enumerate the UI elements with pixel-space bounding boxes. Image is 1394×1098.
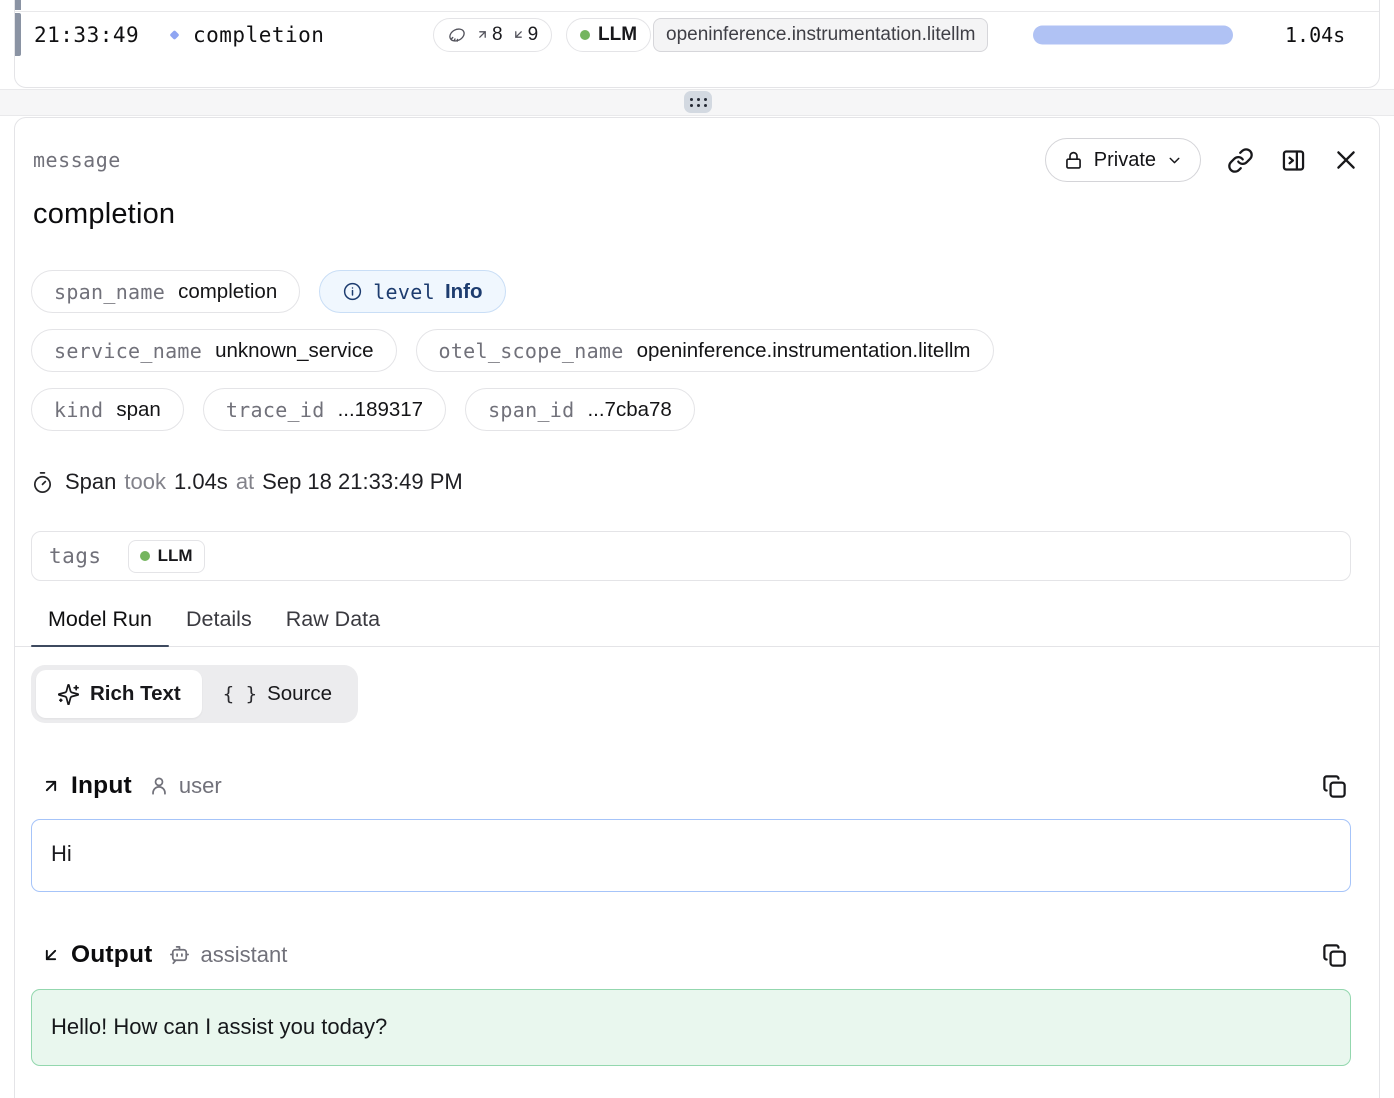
token-coin-icon — [447, 25, 467, 45]
otel-scope-badge: openinference.instrumentation.litellm — [653, 18, 988, 52]
badge-service-name: service_nameunknown_service — [31, 329, 397, 372]
output-role: assistant — [200, 942, 287, 968]
input-role: user — [179, 773, 222, 799]
tags-label: tags — [49, 544, 102, 568]
timer-icon — [31, 471, 54, 494]
prompt-tokens: 8 — [476, 24, 503, 46]
chevron-down-icon — [1166, 152, 1183, 169]
input-label: Input — [71, 772, 132, 800]
span-latency: 1.04s — [1285, 23, 1345, 47]
braces-icon: { } — [223, 683, 257, 705]
page-title: completion — [33, 198, 1379, 231]
badge-span-id: span_id...7cba78 — [465, 388, 695, 431]
copy-icon — [1321, 942, 1348, 969]
arrow-down-left-icon — [41, 945, 61, 965]
span-kind-label: message — [33, 148, 121, 172]
badge-span-name: span_namecompletion — [31, 270, 300, 313]
panel-header: message Private — [15, 118, 1379, 182]
output-label: Output — [71, 941, 152, 969]
close-icon — [1333, 147, 1359, 173]
output-section-header: Output assistant — [31, 938, 1349, 972]
selected-row-indicator — [15, 0, 21, 10]
copy-output-button[interactable] — [1315, 938, 1349, 972]
info-icon — [342, 281, 363, 302]
copy-icon — [1321, 773, 1348, 800]
sparkles-icon — [57, 683, 80, 706]
input-content-box: Hi — [31, 819, 1351, 892]
detail-tabs: Model Run Details Raw Data — [15, 607, 1379, 647]
tab-model-run[interactable]: Model Run — [31, 607, 169, 646]
input-section-header: Input user — [31, 769, 1349, 803]
arrow-up-right-icon — [41, 776, 61, 796]
llm-dot-icon — [140, 551, 150, 561]
attribute-badges: span_namecompletion levelInfo service_na… — [31, 270, 1361, 431]
span-detail-panel: message Private completion span_namecomp… — [14, 117, 1380, 1098]
badge-otel-scope-name: otel_scope_nameopeninference.instrumenta… — [416, 329, 994, 372]
latency-bar — [1033, 25, 1233, 44]
view-mode-toggle: Rich Text { } Source — [31, 665, 358, 723]
grip-dots-icon — [690, 98, 707, 107]
span-timestamp: 21:33:49 — [34, 23, 139, 47]
completion-tokens: 9 — [512, 24, 539, 46]
panel-right-icon — [1280, 147, 1307, 174]
token-count-badge: 8 9 — [433, 18, 552, 52]
close-panel-button[interactable] — [1333, 147, 1359, 173]
copy-link-button[interactable] — [1227, 147, 1254, 174]
rich-text-toggle[interactable]: Rich Text — [36, 670, 202, 718]
visibility-dropdown-button[interactable]: Private — [1045, 138, 1201, 182]
link-icon — [1227, 147, 1254, 174]
span-row-completion[interactable]: 21:33:49 completion 8 9 LLM — [15, 12, 1379, 57]
source-toggle[interactable]: { } Source — [202, 670, 353, 718]
arrow-up-right-icon — [476, 28, 489, 41]
lock-icon — [1063, 150, 1084, 171]
diamond-icon — [166, 26, 183, 43]
visibility-label: Private — [1094, 149, 1156, 172]
tag-chip-llm[interactable]: LLM — [128, 540, 205, 573]
tab-raw-data[interactable]: Raw Data — [269, 607, 397, 646]
output-content-box: Hello! How can I assist you today? — [31, 989, 1351, 1066]
bot-icon — [168, 944, 191, 967]
expand-panel-button[interactable] — [1280, 147, 1307, 174]
llm-dot-icon — [580, 30, 590, 40]
span-duration-line: Span took 1.04s at Sep 18 21:33:49 PM — [31, 469, 1379, 495]
split-resize-handle[interactable] — [684, 91, 712, 113]
badge-level: levelInfo — [319, 270, 505, 313]
copy-input-button[interactable] — [1315, 769, 1349, 803]
person-icon — [148, 775, 170, 797]
trace-span-list-card: 21:33:49 completion 8 9 LLM — [14, 0, 1380, 88]
span-name: completion — [193, 23, 324, 47]
arrow-down-left-icon — [512, 28, 525, 41]
llm-kind-badge: LLM — [566, 18, 651, 52]
tab-details[interactable]: Details — [169, 607, 269, 646]
badge-trace-id: trace_id...189317 — [203, 388, 446, 431]
badge-kind: kindspan — [31, 388, 184, 431]
tags-box: tags LLM — [31, 531, 1351, 581]
